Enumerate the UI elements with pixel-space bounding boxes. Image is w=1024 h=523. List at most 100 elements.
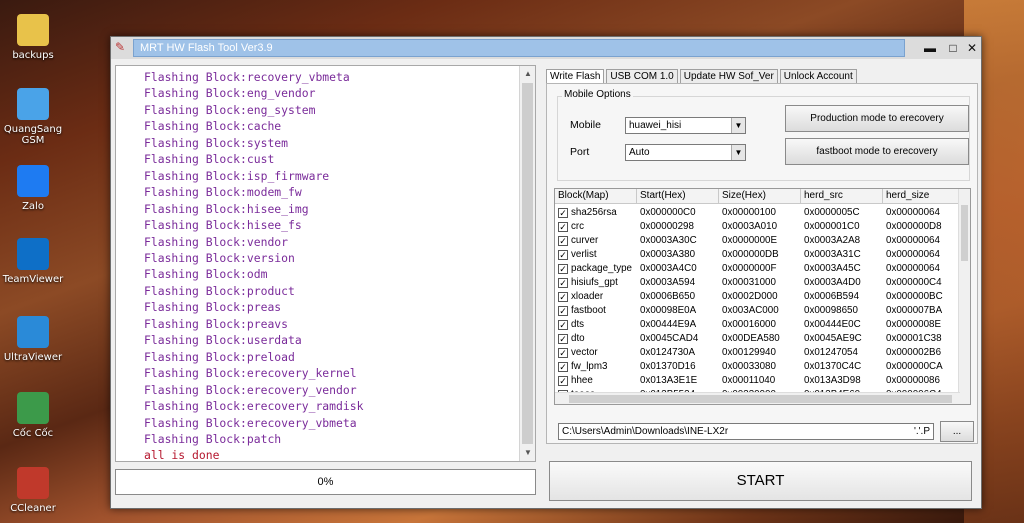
log-line: Flashing Block:hisee_fs [144,218,302,233]
row-checkbox[interactable]: ✓ [558,264,568,274]
log-line: Flashing Block:patch [144,431,282,446]
cell-text: 0x0003A010 [722,221,778,232]
table-row[interactable]: ✓ dts 0x00444E9A 0x00016000 0x00444E0C 0x0000… [555,318,960,332]
port-label: Port [570,146,590,158]
mobile-select[interactable]: huawei_hisi ▼ [625,117,746,134]
table-row[interactable]: ✓ dto 0x0045CAD4 0x00DEA580 0x0045AE9C 0x0000… [555,332,960,346]
cell-text: 0x000000C0 [640,207,696,218]
column-header[interactable]: herd_src [801,189,883,203]
log-line: Flashing Block:odm [144,267,268,282]
row-checkbox[interactable]: ✓ [558,320,568,330]
cell-text: 0x01370D16 [640,361,696,372]
table-row[interactable]: ✓ xloader 0x0006B650 0x0002D000 0x0006B594 0x… [555,290,960,304]
tab-usb-com-1-0[interactable]: USB COM 1.0 [606,69,678,84]
table-cell: 0x000000D8 [883,220,960,234]
scroll-up-icon[interactable]: ▲ [520,66,535,82]
row-checkbox[interactable]: ✓ [558,250,568,260]
cell-text: 0x000000D8 [886,221,942,232]
table-row[interactable]: ✓ verlist 0x0003A380 0x000000DB 0x0003A31C 0x… [555,248,960,262]
row-checkbox[interactable]: ✓ [558,292,568,302]
maximize-button[interactable]: □ [945,40,961,56]
table-row[interactable]: ✓ curver 0x0003A30C 0x0000000E 0x0003A2A8 0x0… [555,234,960,248]
start-button[interactable]: START [549,461,972,501]
row-checkbox[interactable]: ✓ [558,306,568,316]
table-cell: 0x0002D000 [719,290,801,304]
desktop-icon[interactable]: TeamViewer [2,238,64,285]
log-line: Flashing Block:vendor [144,234,289,249]
row-checkbox[interactable]: ✓ [558,334,568,344]
log-line: Flashing Block:system [144,135,289,150]
production-mode-button[interactable]: Production mode to erecovery [785,105,969,132]
block-table: Block(Map) Start(Hex) Size(Hex) herd_src her… [554,188,971,405]
scroll-thumb[interactable] [961,205,968,261]
log-scrollbar[interactable]: ▲ ▼ [519,66,535,461]
table-cell: 0x0000005C [801,206,883,220]
browse-button[interactable]: ... [940,421,974,442]
table-row[interactable]: ✓ sha256rsa 0x000000C0 0x00000100 0x0000005C… [555,206,960,220]
log-line: Flashing Block:eng_vendor [144,86,316,101]
title-bar[interactable]: ✎ MRT HW Flash Tool Ver3.9 ▬ □ ✕ [111,37,981,59]
firmware-path-field[interactable]: C:\Users\Admin\Downloads\INE-LX2r '.'.P [558,423,934,440]
table-row[interactable]: ✓ hhee 0x013A3E1E 0x00011040 0x013A3D98 0x000… [555,374,960,388]
table-row[interactable]: ✓ crc 0x00000298 0x0003A010 0x000001C0 0x0000… [555,220,960,234]
column-header[interactable]: Block(Map) [555,189,637,203]
cell-text: 0x00098650 [804,305,858,316]
scroll-thumb[interactable] [522,83,533,444]
row-checkbox[interactable]: ✓ [558,222,568,232]
table-cell: 0x00098650 [801,304,883,318]
table-cell: 0x0006B650 [637,290,719,304]
table-row[interactable]: ✓ vector 0x0124730A 0x00129940 0x01247054 0x0… [555,346,960,360]
table-cell: ✓ dts [555,318,637,332]
tab-unlock-account[interactable]: Unlock Account [779,69,857,84]
table-vscroll[interactable] [958,189,970,404]
table-row[interactable]: ✓ fw_lpm3 0x01370D16 0x00033080 0x01370C4C 0x… [555,360,960,374]
table-hscroll[interactable] [555,392,960,404]
log-panel[interactable]: Flashing Block:recovery_vbmeta Flashing B… [115,65,536,462]
log-line: Flashing Block:version [144,250,295,265]
port-select[interactable]: Auto ▼ [625,144,746,161]
table-cell: ✓ fw_lpm3 [555,360,637,374]
table-cell: 0x0003A4C0 [637,262,719,276]
desktop-icon[interactable]: CCleaner [2,467,64,514]
row-checkbox[interactable]: ✓ [558,348,568,358]
tab-write-flash[interactable]: Write Flash [546,69,605,84]
log-line: Flashing Block:cache [144,119,282,134]
table-row[interactable]: ✓ package_type 0x0003A4C0 0x0000000F 0x0003A… [555,262,960,276]
fastboot-mode-button[interactable]: fastboot mode to erecovery [785,138,969,165]
app-icon: ✎ [115,40,126,54]
desktop-icon[interactable]: QuangSang GSM [2,88,64,146]
scroll-thumb[interactable] [569,395,952,403]
table-cell: 0x0006B594 [801,290,883,304]
table-cell: 0x01247054 [801,346,883,360]
table-cell: ✓ xloader [555,290,637,304]
desktop-icon[interactable]: Cốc Cốc [2,392,64,439]
cell-text: 0x0006B650 [640,291,696,302]
log-line: Flashing Block:modem_fw [144,185,302,200]
close-button[interactable]: ✕ [964,40,980,56]
column-header[interactable]: herd_size [883,189,960,203]
column-header[interactable]: Start(Hex) [637,189,719,203]
ccleaner-icon [17,467,49,499]
tab-update-hw-sof-ver[interactable]: Update HW Sof_Ver [679,69,778,84]
desktop-icon[interactable]: backups [2,14,64,61]
window-title: MRT HW Flash Tool Ver3.9 [133,39,905,57]
cell-text: 0x00000100 [722,207,776,218]
minimize-button[interactable]: ▬ [922,40,938,56]
table-row[interactable]: ✓ hisiufs_gpt 0x0003A594 0x00031000 0x0003A4… [555,276,960,290]
row-checkbox[interactable]: ✓ [558,236,568,246]
row-checkbox[interactable]: ✓ [558,376,568,386]
desktop-icon[interactable]: Zalo [2,165,64,212]
table-cell: 0x0003A31C [801,248,883,262]
table-row[interactable]: ✓ fastboot 0x00098E0A 0x003AC000 0x00098650 0… [555,304,960,318]
cell-text: 0x00011040 [722,375,776,386]
desktop-icon[interactable]: UltraViewer [2,316,64,363]
scroll-down-icon[interactable]: ▼ [520,445,535,461]
row-checkbox[interactable]: ✓ [558,362,568,372]
mobile-options-group: Mobile Options Mobile huawei_hisi ▼ Port… [557,89,970,181]
row-checkbox[interactable]: ✓ [558,208,568,218]
table-cell: ✓ vector [555,346,637,360]
row-checkbox[interactable]: ✓ [558,278,568,288]
table-cell: ✓ sha256rsa [555,206,637,220]
column-header[interactable]: Size(Hex) [719,189,801,203]
teamviewer-icon [17,238,49,270]
